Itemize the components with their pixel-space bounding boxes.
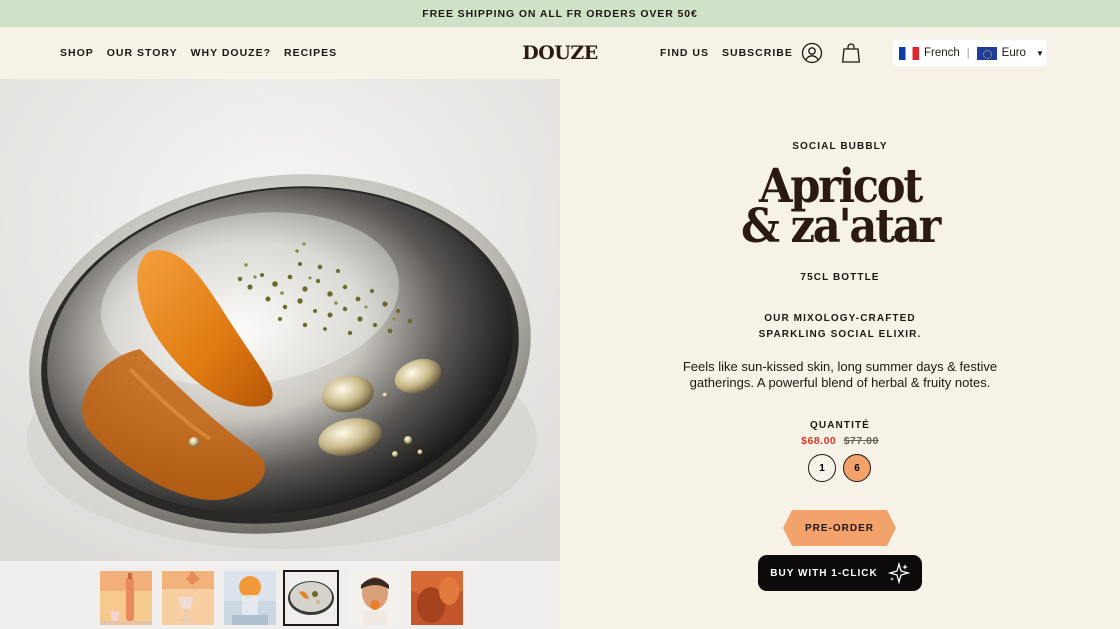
product-gallery	[0, 79, 560, 629]
site-header: SHOP OUR STORY WHY DOUZE? RECIPES DOUZE …	[0, 27, 1120, 79]
pre-order-label: PRE-ORDER	[804, 522, 874, 534]
product-title: Apricot & za'atar	[560, 163, 1120, 254]
product-info: SOCIAL BUBBLY Apricot & za'atar 75CL BOT…	[560, 79, 1120, 629]
buy-with-1-click-button[interactable]: BUY WITH 1-CLICK	[758, 555, 922, 591]
thumbnail-woman[interactable]	[349, 571, 401, 625]
product-category: SOCIAL BUBBLY	[792, 141, 888, 152]
product-tagline: OUR MIXOLOGY-CRAFTED SPARKLING SOCIAL EL…	[560, 311, 1120, 343]
pre-order-button[interactable]: PRE-ORDER	[783, 510, 896, 546]
nav-why-douze[interactable]: WHY DOUZE?	[191, 47, 271, 59]
thumbnail-bottle[interactable]	[100, 571, 152, 625]
nav-subscribe[interactable]: SUBSCRIBE	[722, 47, 793, 59]
main-nav: SHOP OUR STORY WHY DOUZE? RECIPES	[60, 27, 337, 79]
quantity-label: QUANTITÉ	[810, 420, 870, 431]
france-flag-icon	[899, 46, 919, 60]
buy-with-1-click-label: BUY WITH 1-CLICK	[770, 567, 878, 579]
product-size: 75CL BOTTLE	[800, 272, 880, 283]
announcement-bar: FREE SHIPPING ON ALL FR ORDERS OVER 50€	[0, 0, 1120, 27]
sale-price: $68.00	[801, 435, 837, 447]
product-hero-image	[0, 79, 560, 561]
caret-down-icon: ▼	[1035, 48, 1044, 58]
product-description: Feels like sun-kissed skin, long summer …	[682, 359, 998, 390]
nav-shop[interactable]: SHOP	[60, 47, 94, 59]
product-title-line2: & za'atar	[740, 199, 941, 254]
nav-find-us[interactable]: FIND US	[660, 47, 709, 59]
tagline-line2: SPARKLING SOCIAL ELIXIR.	[758, 329, 922, 340]
locale-divider: |	[966, 47, 970, 59]
currency-label: Euro	[1001, 47, 1026, 59]
nav-recipes[interactable]: RECIPES	[284, 47, 337, 59]
thumbnail-apricot[interactable]	[411, 571, 463, 625]
eu-flag-icon	[976, 46, 997, 60]
quantity-option-1[interactable]: 1	[808, 454, 836, 482]
tagline-line1: OUR MIXOLOGY-CRAFTED	[764, 313, 916, 324]
original-price: $77.00	[843, 435, 879, 447]
locale-selector[interactable]: French | Euro ▼	[893, 40, 1047, 66]
thumbnail-strip	[0, 569, 560, 629]
sparkle-icon	[887, 562, 910, 584]
thumbnail-pouring[interactable]	[162, 571, 214, 625]
price-row: $68.00 $77.00	[560, 435, 1120, 447]
bag-icon[interactable]	[839, 41, 863, 65]
thumbnail-plate[interactable]	[283, 570, 339, 626]
douze-logo[interactable]: DOUZE	[522, 40, 598, 66]
thumbnail-glass[interactable]	[224, 571, 276, 625]
secondary-nav: FIND US SUBSCRIBE	[660, 27, 793, 79]
announcement-text: FREE SHIPPING ON ALL FR ORDERS OVER 50€	[422, 7, 698, 20]
quantity-option-6[interactable]: 6	[843, 454, 871, 482]
language-label: French	[924, 47, 960, 59]
nav-our-story[interactable]: OUR STORY	[107, 47, 178, 59]
user-icon[interactable]	[800, 41, 824, 65]
